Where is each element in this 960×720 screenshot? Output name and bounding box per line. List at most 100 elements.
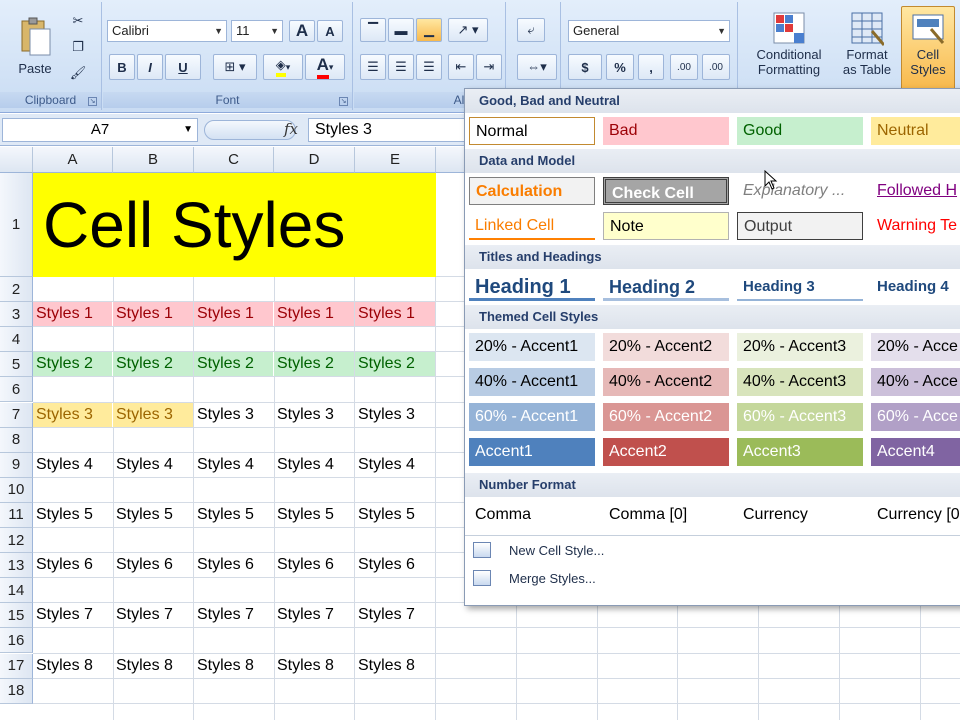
comma-style-button[interactable]: , [638, 54, 664, 80]
fill-color-button[interactable]: ◈ ▾ [263, 54, 303, 80]
cell-style-swatch[interactable]: Warning Te [871, 212, 960, 240]
table-cell[interactable]: Styles 3 [113, 402, 193, 427]
grow-font-button[interactable]: A [289, 20, 315, 42]
table-cell[interactable]: Styles 8 [355, 654, 435, 678]
row-header[interactable]: 12 [0, 528, 33, 554]
column-header[interactable]: C [194, 147, 274, 173]
column-header[interactable]: E [355, 147, 436, 173]
cell-style-swatch[interactable]: Comma [469, 501, 595, 529]
cell-style-swatch[interactable]: Accent1 [469, 438, 595, 466]
table-cell[interactable]: Styles 3 [274, 403, 354, 427]
row-header[interactable]: 14 [0, 578, 33, 604]
cell-style-swatch[interactable]: 20% - Accent2 [603, 333, 729, 361]
table-cell[interactable]: Styles 7 [355, 603, 435, 627]
cell-style-swatch[interactable]: Accent2 [603, 438, 729, 466]
row-header[interactable]: 1 [0, 173, 33, 277]
cell-style-swatch[interactable]: Neutral [871, 117, 960, 145]
cut-button[interactable]: ✂ [66, 10, 90, 32]
row-header[interactable]: 5 [0, 352, 33, 378]
formula-bar-handle[interactable] [204, 120, 296, 140]
orientation-button[interactable]: ↗ ▾ [448, 18, 488, 42]
table-cell[interactable]: Styles 8 [194, 654, 273, 678]
table-cell[interactable]: Styles 2 [113, 352, 193, 377]
cell-style-swatch[interactable]: Accent3 [737, 438, 863, 466]
row-header[interactable]: 3 [0, 302, 33, 328]
align-center-button[interactable]: ☰ [388, 54, 414, 80]
cell-styles-button[interactable]: Cell Styles [901, 6, 955, 90]
table-cell[interactable]: Styles 4 [33, 453, 112, 477]
table-cell[interactable]: Styles 3 [33, 402, 112, 427]
cell-style-swatch[interactable]: Currency [737, 501, 863, 529]
row-header[interactable]: 17 [0, 653, 33, 679]
merge-styles-item[interactable]: Merge Styles... [473, 566, 596, 590]
format-as-table-button[interactable]: Format as Table [835, 6, 899, 90]
bold-button[interactable]: B [109, 54, 135, 80]
cell-style-swatch[interactable]: Heading 2 [603, 273, 729, 301]
cell-style-swatch[interactable]: Explanatory ... [737, 177, 863, 205]
table-cell[interactable]: Styles 1 [194, 302, 273, 327]
table-cell[interactable]: Styles 7 [194, 603, 273, 627]
row-header[interactable]: 8 [0, 427, 33, 453]
table-cell[interactable]: Styles 4 [194, 453, 273, 477]
cell-style-swatch[interactable]: Accent4 [871, 438, 960, 466]
shrink-font-button[interactable]: A [317, 20, 343, 42]
merge-center-button[interactable]: ⇔▾ [517, 54, 557, 80]
table-cell[interactable]: Styles 8 [33, 654, 112, 678]
table-cell[interactable]: Styles 5 [33, 503, 112, 527]
underline-button[interactable]: U [165, 54, 201, 80]
table-cell[interactable]: Styles 7 [113, 603, 193, 627]
cell-style-swatch[interactable]: 40% - Accent3 [737, 368, 863, 396]
currency-button[interactable]: $ [568, 54, 602, 80]
cell-style-swatch[interactable]: Heading 1 [469, 273, 595, 301]
table-cell[interactable]: Styles 7 [274, 603, 354, 627]
cell-style-swatch[interactable]: Currency [0 [871, 501, 960, 529]
row-header[interactable]: 16 [0, 628, 33, 654]
row-header[interactable]: 2 [0, 277, 33, 303]
table-cell[interactable]: Styles 2 [355, 352, 435, 377]
top-align-button[interactable]: ▔ [360, 18, 386, 42]
align-left-button[interactable]: ☰ [360, 54, 386, 80]
borders-button[interactable]: ⊞ ▾ [213, 54, 257, 80]
row-header[interactable]: 13 [0, 553, 33, 579]
cell-style-swatch[interactable]: Linked Cell [469, 212, 595, 240]
table-cell[interactable]: Styles 3 [194, 403, 273, 427]
cell-style-swatch[interactable]: 20% - Acce [871, 333, 960, 361]
cell-style-swatch[interactable]: 20% - Accent1 [469, 333, 595, 361]
clipboard-launcher-icon[interactable]: ↘ [88, 97, 97, 106]
row-header[interactable]: 7 [0, 402, 33, 428]
decrease-decimal-button[interactable]: .00 [702, 54, 730, 80]
cell-style-swatch[interactable]: 60% - Acce [871, 403, 960, 431]
table-cell[interactable]: Styles 7 [33, 603, 112, 627]
table-cell[interactable]: Styles 2 [194, 352, 273, 377]
table-cell[interactable]: Styles 6 [194, 553, 273, 577]
column-header[interactable]: B [113, 147, 194, 173]
cell-style-swatch[interactable]: Comma [0] [603, 501, 729, 529]
copy-button[interactable]: ❐ [66, 36, 90, 58]
row-header[interactable]: 11 [0, 502, 33, 528]
table-cell[interactable]: Styles 5 [113, 503, 193, 527]
table-cell[interactable]: Styles 8 [274, 654, 354, 678]
conditional-formatting-button[interactable]: Conditional Formatting [741, 6, 837, 90]
increase-indent-button[interactable]: ⇥ [476, 54, 502, 80]
table-cell[interactable]: Styles 6 [274, 553, 354, 577]
format-painter-button[interactable]: 🖌 [66, 62, 90, 84]
font-color-button[interactable]: A ▾ [305, 54, 345, 80]
font-size-combo[interactable]: 11 ▼ [231, 20, 283, 42]
cell-style-swatch[interactable]: Normal [469, 117, 595, 145]
table-cell[interactable]: Styles 5 [274, 503, 354, 527]
align-right-button[interactable]: ☰ [416, 54, 442, 80]
middle-align-button[interactable]: ▬ [388, 18, 414, 42]
row-header[interactable]: 18 [0, 678, 33, 704]
table-cell[interactable]: Styles 6 [113, 553, 193, 577]
table-cell[interactable]: Styles 4 [274, 453, 354, 477]
row-header[interactable]: 6 [0, 377, 33, 403]
row-header[interactable]: 9 [0, 452, 33, 478]
table-cell[interactable]: Styles 4 [355, 453, 435, 477]
table-cell[interactable]: Styles 1 [355, 302, 435, 327]
table-cell[interactable]: Styles 4 [113, 453, 193, 477]
table-cell[interactable]: Styles 2 [274, 352, 354, 377]
name-box[interactable]: A7 ▼ [2, 118, 198, 142]
table-cell[interactable]: Styles 2 [33, 352, 112, 377]
paste-button[interactable]: Paste [10, 8, 60, 84]
cell-style-swatch[interactable]: 40% - Accent2 [603, 368, 729, 396]
